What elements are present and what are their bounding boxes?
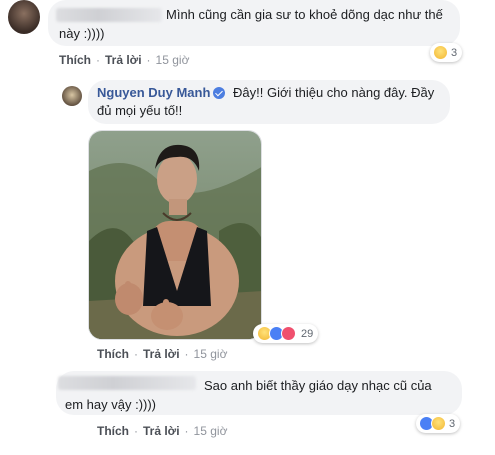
timestamp[interactable]: 15 giờ [194,347,228,361]
comment-header: Nguyen Duy Manh Đây!! Giới thiệu cho nàn… [97,84,434,102]
comment-text-line1: Đây!! Giới thiệu cho nàng đây. Đầy [233,85,435,100]
timestamp[interactable]: 15 giờ [194,424,228,438]
haha-icon [431,416,446,431]
comment-text-line1: Sao anh biết thầy giáo dạy nhạc cũ của [204,378,432,393]
separator: · [134,424,138,438]
reaction-count: 29 [301,327,314,340]
reaction-summary[interactable]: 3 [416,414,461,433]
reaction-summary[interactable]: 3 [430,43,463,62]
reaction-count: 3 [449,417,456,430]
like-link[interactable]: Thích [97,424,129,438]
comment-actions: Thích · Trả lời · 15 giờ [59,53,189,67]
attached-photo[interactable] [88,130,262,340]
photo-image [89,131,261,339]
reply-link[interactable]: Trả lời [143,347,180,361]
reply-link[interactable]: Trả lời [143,424,180,438]
blurred-username [56,8,162,22]
blurred-username [58,376,196,390]
love-reaction-icon [281,326,296,341]
reaction-summary[interactable]: 29 [253,324,319,343]
verified-badge-icon [213,87,226,99]
haha-icon [433,45,448,60]
like-link[interactable]: Thích [97,347,129,361]
separator: · [184,347,189,361]
reaction-count: 3 [451,46,458,59]
author-avatar[interactable] [62,86,82,106]
separator: · [184,424,189,438]
author-name[interactable]: Nguyen Duy Manh [97,85,210,100]
comment-text-line2: em hay vậy :)))) [65,397,157,412]
separator: · [146,53,151,67]
commenter-avatar[interactable] [8,0,40,34]
comment-actions: Thích · Trả lời · 15 giờ [97,424,227,438]
separator: · [96,53,100,67]
comment-text-line2: này :)))) [59,26,105,41]
separator: · [134,347,138,361]
comment-actions: Thích · Trả lời · 15 giờ [97,347,227,361]
comment-text-line1: Mình cũng cần gia sư to khoẻ dõng dạc nh… [166,7,443,22]
timestamp[interactable]: 15 giờ [156,53,190,67]
reply-link[interactable]: Trả lời [105,53,142,67]
comment-text-line2: đủ mọi yếu tố!! [97,103,183,118]
like-link[interactable]: Thích [59,53,91,67]
